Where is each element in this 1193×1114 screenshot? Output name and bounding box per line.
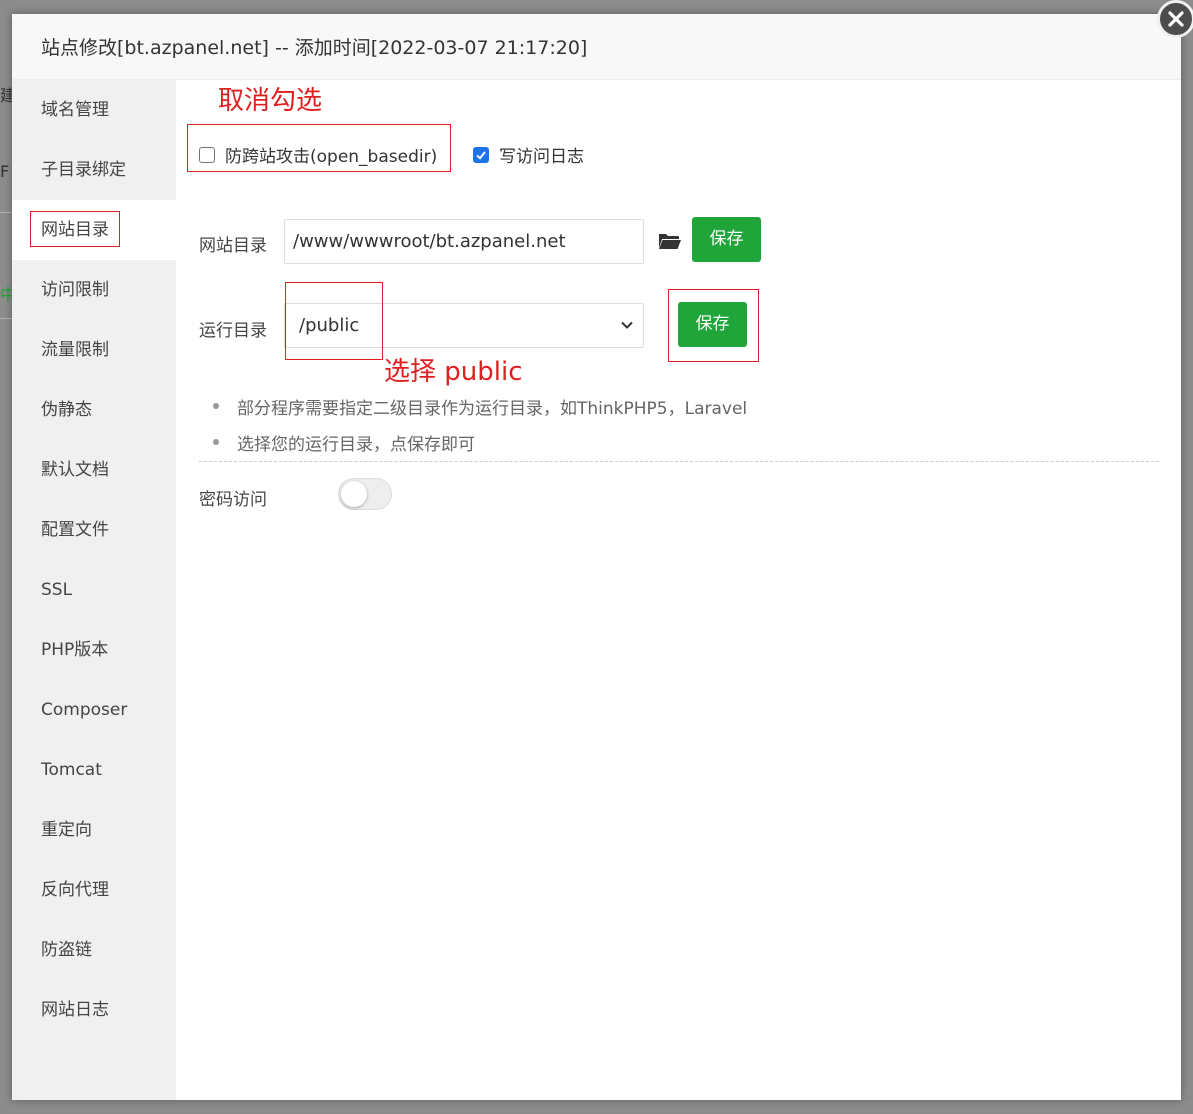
annotation-uncheck-note: 取消勾选 <box>218 80 322 117</box>
sidebar: 域名管理 子目录绑定 网站目录 访问限制 流量限制 伪静态 默认文档 配置文件 … <box>12 80 176 1100</box>
tip-item: 选择您的运行目录，点保存即可 <box>237 430 475 455</box>
run-dir-select[interactable]: /public <box>284 303 644 348</box>
sidebar-item-redirect[interactable]: 重定向 <box>12 800 176 860</box>
annotation-select-note: 选择 public <box>384 351 523 388</box>
sidebar-item-php-version[interactable]: PHP版本 <box>12 620 176 680</box>
toggle-knob <box>341 481 367 507</box>
sidebar-item-site-directory[interactable]: 网站目录 <box>12 200 176 260</box>
open-basedir-checkbox[interactable] <box>199 147 215 163</box>
chevron-down-icon <box>619 317 635 333</box>
close-icon <box>1167 10 1185 28</box>
sidebar-item-domain[interactable]: 域名管理 <box>12 80 176 140</box>
run-dir-selected-value: /public <box>299 315 359 336</box>
site-dir-input[interactable]: /www/wwwroot/bt.azpanel.net <box>284 219 644 264</box>
run-dir-label: 运行目录 <box>199 316 267 341</box>
sidebar-item-reverse-proxy[interactable]: 反向代理 <box>12 860 176 920</box>
access-log-option[interactable]: 写访问日志 <box>473 142 584 167</box>
access-log-checkbox[interactable] <box>473 147 489 163</box>
access-log-label: 写访问日志 <box>499 142 584 167</box>
sidebar-item-access-limit[interactable]: 访问限制 <box>12 260 176 320</box>
sidebar-item-site-log[interactable]: 网站日志 <box>12 980 176 1040</box>
site-directory-panel: 取消勾选 防跨站攻击(open_basedir) 写访问日志 网站目录 /www… <box>176 80 1181 1100</box>
sidebar-item-composer[interactable]: Composer <box>12 680 176 740</box>
section-divider <box>199 461 1159 462</box>
check-icon <box>475 149 487 161</box>
sidebar-item-tomcat[interactable]: Tomcat <box>12 740 176 800</box>
sidebar-item-default-doc[interactable]: 默认文档 <box>12 440 176 500</box>
sidebar-item-ssl[interactable]: SSL <box>12 560 176 620</box>
dialog-title: 站点修改[bt.azpanel.net] -- 添加时间[2022-03-07 … <box>12 14 1181 80</box>
site-edit-dialog: 站点修改[bt.azpanel.net] -- 添加时间[2022-03-07 … <box>12 14 1181 1100</box>
close-button[interactable] <box>1157 0 1193 38</box>
open-basedir-option[interactable]: 防跨站攻击(open_basedir) <box>199 142 437 167</box>
sidebar-item-traffic-limit[interactable]: 流量限制 <box>12 320 176 380</box>
run-dir-save-button[interactable]: 保存 <box>678 302 747 347</box>
sidebar-item-subdir-binding[interactable]: 子目录绑定 <box>12 140 176 200</box>
site-dir-save-button[interactable]: 保存 <box>692 217 761 262</box>
sidebar-item-rewrite[interactable]: 伪静态 <box>12 380 176 440</box>
sidebar-item-label: 网站目录 <box>41 220 109 240</box>
open-basedir-label: 防跨站攻击(open_basedir) <box>225 142 437 167</box>
folder-open-icon[interactable] <box>658 231 682 251</box>
password-access-toggle[interactable] <box>338 478 392 510</box>
site-dir-label: 网站目录 <box>199 231 267 256</box>
tip-item: 部分程序需要指定二级目录作为运行目录，如ThinkPHP5，Laravel <box>237 394 747 419</box>
sidebar-item-config-file[interactable]: 配置文件 <box>12 500 176 560</box>
password-access-label: 密码访问 <box>199 485 267 510</box>
sidebar-item-hotlink-protection[interactable]: 防盗链 <box>12 920 176 980</box>
